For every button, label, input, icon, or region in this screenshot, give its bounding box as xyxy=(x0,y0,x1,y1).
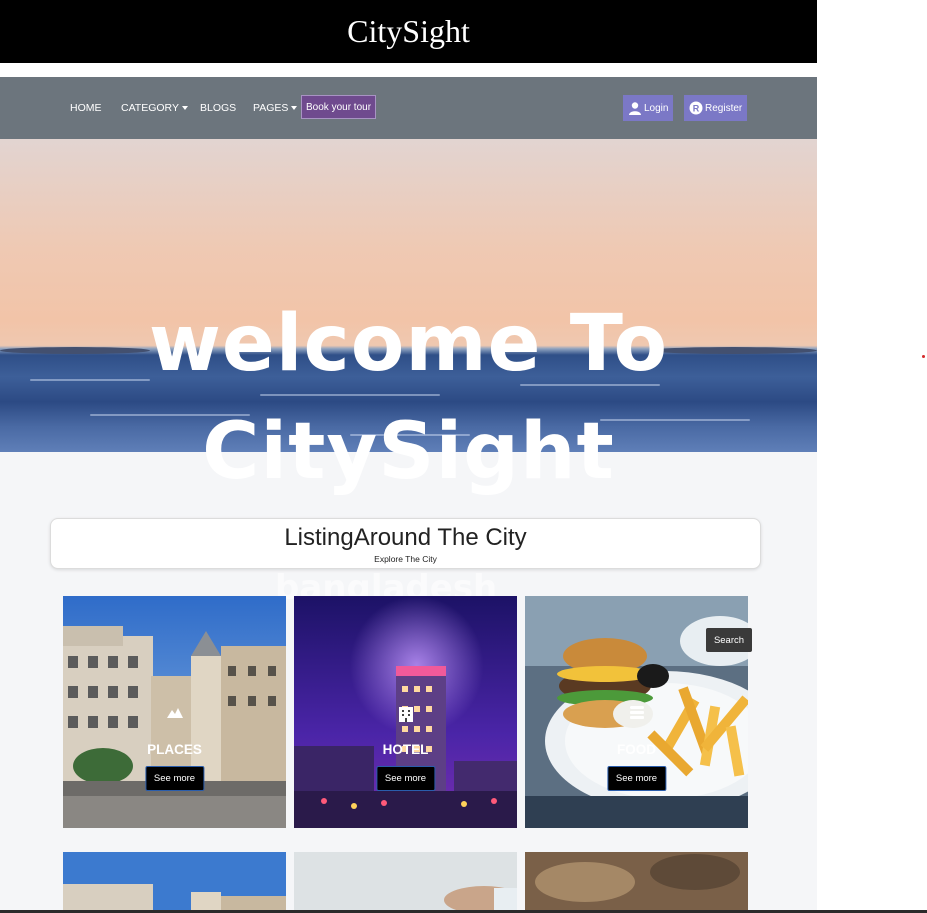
site-header: CitySight xyxy=(0,0,817,63)
hotel-label: HOTEL xyxy=(382,742,429,757)
places-card-row2[interactable] xyxy=(63,852,286,910)
travel-card-row2[interactable] xyxy=(525,852,748,910)
listing-header-card: ListingAround The City Explore The City xyxy=(50,518,761,569)
site-brand[interactable]: CitySight xyxy=(347,13,470,50)
user-icon xyxy=(629,102,641,115)
listing-subtitle: Explore The City xyxy=(374,554,437,564)
cursor-dot xyxy=(922,355,925,358)
register-label: Register xyxy=(705,102,743,114)
blog-card-row2[interactable] xyxy=(294,852,517,910)
nav-category[interactable]: CATEGORY xyxy=(121,77,188,139)
nav-category-label: CATEGORY xyxy=(121,102,179,114)
landscape-icon xyxy=(166,708,183,718)
search-button[interactable]: Search xyxy=(706,628,752,652)
food-label: FOOD xyxy=(617,742,656,757)
login-button[interactable]: Login xyxy=(623,95,674,121)
registered-icon: R xyxy=(689,101,703,115)
travel-image xyxy=(525,852,748,910)
hotel-building-icon xyxy=(398,707,413,722)
places-image xyxy=(63,852,286,910)
nav-pages-label: PAGES xyxy=(253,102,289,114)
blog-image xyxy=(294,852,517,910)
chevron-down-icon xyxy=(181,106,188,110)
listing-title: ListingAround The City xyxy=(284,524,527,551)
nav-blogs[interactable]: BLOGS xyxy=(200,77,236,139)
chevron-down-icon xyxy=(291,106,298,110)
nav-home[interactable]: HOME xyxy=(70,77,102,139)
nav-pages[interactable]: PAGES xyxy=(253,77,298,139)
hero-heading-line1: welcome To xyxy=(148,299,669,389)
places-label: PLACES xyxy=(147,742,202,757)
food-see-more-button[interactable]: See more xyxy=(606,766,667,791)
places-see-more-button[interactable]: See more xyxy=(144,766,205,791)
book-tour-button[interactable]: Book your tour xyxy=(301,95,377,119)
hero-heading: welcome To CitySight xyxy=(0,290,817,506)
places-card[interactable]: PLACES See more xyxy=(63,596,286,828)
svg-text:R: R xyxy=(693,104,700,114)
login-label: Login xyxy=(644,102,669,114)
register-button[interactable]: R Register xyxy=(684,95,748,121)
food-stack-icon xyxy=(629,706,644,719)
hotel-card[interactable]: HOTEL See more xyxy=(294,596,517,828)
hero-heading-line2: CitySight xyxy=(202,407,615,497)
hotel-see-more-button[interactable]: See more xyxy=(375,766,436,791)
page: CitySight HOME CATEGORY BLOGS PAGES Book… xyxy=(0,0,927,913)
